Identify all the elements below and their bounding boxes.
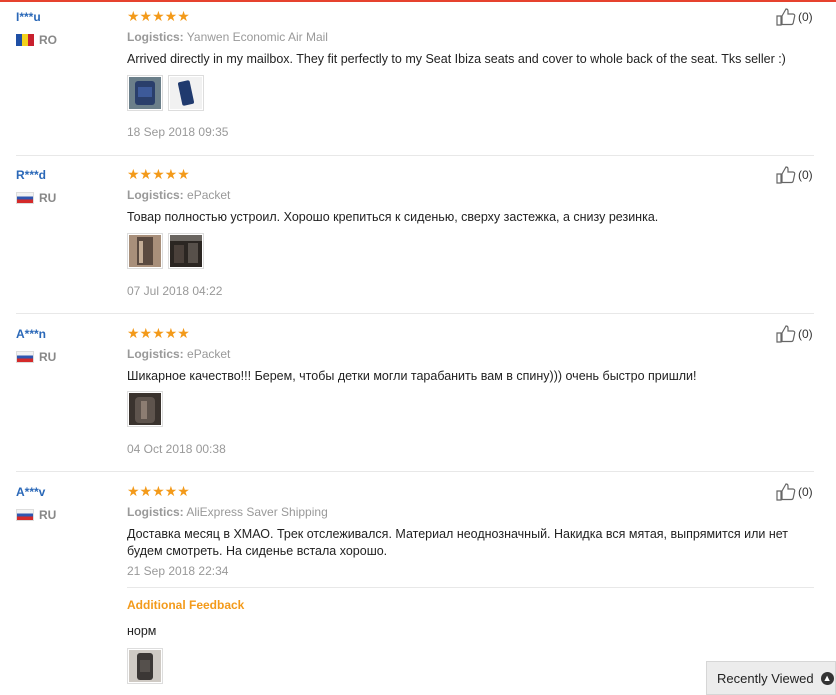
recently-viewed-label: Recently Viewed: [717, 670, 814, 686]
helpful-count: (0): [798, 485, 813, 499]
thumbs-up-icon: [776, 483, 796, 501]
country-code: RU: [39, 350, 57, 364]
photo-thumbnail-icon: [170, 235, 202, 267]
chevron-up-icon: ▲: [820, 671, 834, 685]
country-code: RU: [39, 508, 57, 522]
logistics-value: Yanwen Economic Air Mail: [186, 30, 328, 44]
helpful-button[interactable]: (0): [776, 8, 813, 26]
review-divider: [16, 155, 814, 156]
thumbs-up-icon: [776, 166, 796, 184]
additional-feedback-label: Additional Feedback: [127, 598, 245, 612]
star-rating: ★★★★★: [127, 166, 190, 182]
reviewer-country: RU: [16, 191, 56, 205]
helpful-button[interactable]: (0): [776, 166, 813, 184]
review-photos: [127, 233, 204, 269]
recently-viewed-button[interactable]: Recently Viewed ▲: [706, 661, 836, 695]
review-photos: [127, 391, 163, 427]
top-accent-line: [0, 0, 836, 2]
thumbs-up-icon: [776, 8, 796, 26]
reviewer-name[interactable]: A***v: [16, 485, 45, 499]
logistics-info: Logistics: ePacket: [127, 188, 230, 202]
review-text: Шикарное качество!!! Берем, чтобы детки …: [127, 369, 697, 383]
photo-thumbnail-icon: [129, 393, 161, 425]
logistics-label: Logistics:: [127, 188, 184, 202]
additional-feedback-divider: [127, 587, 814, 588]
review-date: 18 Sep 2018 09:35: [127, 125, 229, 139]
review-photo[interactable]: [127, 75, 163, 111]
logistics-value: AliExpress Saver Shipping: [186, 505, 328, 519]
logistics-value: ePacket: [187, 347, 231, 361]
star-rating: ★★★★★: [127, 325, 190, 341]
photo-thumbnail-icon: [129, 235, 161, 267]
photo-thumbnail-icon: [129, 77, 161, 109]
helpful-count: (0): [798, 327, 813, 341]
flag-icon: [16, 34, 34, 46]
review-date: 04 Oct 2018 00:38: [127, 442, 226, 456]
review-date: 07 Jul 2018 04:22: [127, 284, 223, 298]
additional-feedback-text: норм: [127, 624, 157, 638]
flag-icon: [16, 192, 34, 204]
review-photo[interactable]: [127, 648, 163, 684]
helpful-button[interactable]: (0): [776, 325, 813, 343]
star-rating: ★★★★★: [127, 8, 190, 24]
photo-thumbnail-icon: [170, 77, 202, 109]
logistics-label: Logistics:: [127, 30, 184, 44]
flag-icon: [16, 509, 34, 521]
review-photo[interactable]: [127, 233, 163, 269]
reviewer-country: RO: [16, 33, 57, 47]
reviewer-name[interactable]: I***u: [16, 10, 41, 24]
review-text: Доставка месяц в ХМАО. Трек отслеживался…: [127, 527, 789, 558]
review-divider: [16, 471, 814, 472]
thumbs-up-icon: [776, 325, 796, 343]
review-photos: [127, 648, 163, 684]
helpful-button[interactable]: (0): [776, 483, 813, 501]
flag-icon: [16, 351, 34, 363]
reviewer-name[interactable]: R***d: [16, 168, 46, 182]
helpful-count: (0): [798, 168, 813, 182]
review-photo[interactable]: [127, 391, 163, 427]
logistics-value: ePacket: [187, 188, 231, 202]
reviewer-name[interactable]: A***n: [16, 327, 46, 341]
country-code: RO: [39, 33, 57, 47]
helpful-count: (0): [798, 10, 813, 24]
review-date: 21 Sep 2018 22:34: [127, 564, 229, 578]
logistics-info: Logistics: Yanwen Economic Air Mail: [127, 30, 328, 44]
logistics-label: Logistics:: [127, 505, 184, 519]
logistics-info: Logistics: AliExpress Saver Shipping: [127, 505, 328, 519]
logistics-info: Logistics: ePacket: [127, 347, 230, 361]
review-text: Arrived directly in my mailbox. They fit…: [127, 52, 786, 66]
review-photo[interactable]: [168, 75, 204, 111]
country-code: RU: [39, 191, 57, 205]
review-divider: [16, 313, 814, 314]
reviewer-country: RU: [16, 508, 56, 522]
logistics-label: Logistics:: [127, 347, 184, 361]
photo-thumbnail-icon: [129, 650, 161, 682]
review-text: Товар полностью устроил. Хорошо крепитьс…: [127, 210, 659, 224]
star-rating: ★★★★★: [127, 483, 190, 499]
review-photo[interactable]: [168, 233, 204, 269]
review-photos: [127, 75, 204, 111]
reviewer-country: RU: [16, 350, 56, 364]
